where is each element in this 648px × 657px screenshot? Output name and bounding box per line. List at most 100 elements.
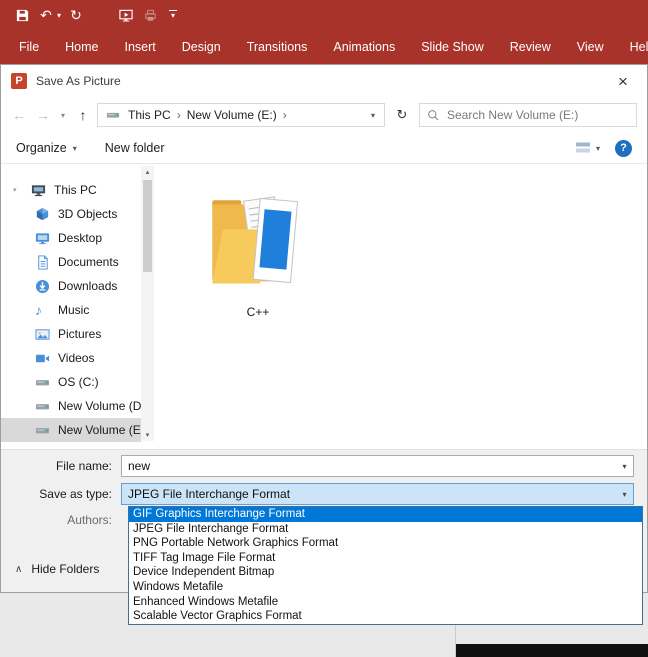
chevron-down-icon[interactable]: ▾ <box>616 490 633 499</box>
download-icon <box>35 279 50 294</box>
sidebar-item-label: OS (C:) <box>58 375 99 389</box>
sidebar-scrollbar[interactable]: ▴ ▾ <box>141 166 154 441</box>
ribbon-tab-animations[interactable]: Animations <box>320 30 408 64</box>
navigation-pane: ▾ This PC 3D Objects Desktop Documents D… <box>1 164 141 449</box>
folder-item-cpp[interactable]: C++ <box>202 190 314 319</box>
expand-chevron-icon[interactable]: ▾ <box>13 186 23 194</box>
ribbon-tab-review[interactable]: Review <box>497 30 564 64</box>
sidebar-item-label: This PC <box>54 183 97 197</box>
help-icon[interactable]: ? <box>615 139 632 157</box>
folder-with-documents-icon <box>212 196 299 284</box>
save-type-option-emf[interactable]: Enhanced Windows Metafile <box>129 595 642 610</box>
sidebar-item-3d-objects[interactable]: 3D Objects <box>1 202 141 226</box>
start-slideshow-icon[interactable] <box>114 3 138 27</box>
save-as-type-dropdown: GIF Graphics Interchange Format JPEG Fil… <box>128 506 643 625</box>
refresh-icon[interactable]: ↻ <box>389 107 415 123</box>
ribbon-tab-help[interactable]: Help <box>617 30 648 64</box>
breadcrumb-new-volume-e[interactable]: New Volume (E:) <box>183 108 281 122</box>
customize-quick-access-toolbar-icon[interactable]: ▾ <box>162 3 184 27</box>
sidebar-item-pictures[interactable]: Pictures <box>1 322 141 346</box>
folder-name-label: C++ <box>246 305 270 319</box>
sidebar-item-documents[interactable]: Documents <box>1 250 141 274</box>
breadcrumb-separator-icon[interactable]: › <box>281 108 289 122</box>
sidebar-item-new-volume-d[interactable]: New Volume (D: <box>1 394 141 418</box>
command-bar: Organize ▾ New folder ▾ ? <box>1 133 647 164</box>
ribbon-tab-slide-show[interactable]: Slide Show <box>408 30 497 64</box>
quick-access-toolbar: ↶ ▾ ↻ ▾ <box>0 0 648 30</box>
save-type-option-jpeg[interactable]: JPEG File Interchange Format <box>129 522 642 537</box>
save-type-option-tiff[interactable]: TIFF Tag Image File Format <box>129 551 642 566</box>
breadcrumb-separator-icon[interactable]: › <box>175 108 183 122</box>
dialog-titlebar: P Save As Picture × <box>1 65 647 97</box>
sidebar-item-label: New Volume (E:) <box>58 423 141 437</box>
save-type-option-wmf[interactable]: Windows Metafile <box>129 580 642 595</box>
sidebar-item-videos[interactable]: Videos <box>1 346 141 370</box>
search-icon <box>427 109 440 122</box>
print-preview-icon[interactable] <box>138 3 162 27</box>
chevron-down-icon[interactable]: ▾ <box>616 462 633 471</box>
sidebar-item-label: Desktop <box>58 231 103 245</box>
music-note-icon: ♪ <box>35 301 42 318</box>
save-type-option-gif[interactable]: GIF Graphics Interchange Format <box>129 507 642 522</box>
ribbon-tab-insert[interactable]: Insert <box>112 30 169 64</box>
file-name-label: File name: <box>55 459 112 473</box>
ribbon-tab-transitions[interactable]: Transitions <box>234 30 321 64</box>
scrollbar-thumb[interactable] <box>143 180 152 272</box>
forward-icon[interactable]: → <box>33 107 53 123</box>
save-type-option-bmp[interactable]: Device Independent Bitmap <box>129 565 642 580</box>
document-icon <box>35 254 50 270</box>
ribbon-tab-file[interactable]: File <box>6 30 52 64</box>
close-icon[interactable]: × <box>609 73 637 90</box>
authors-label: Authors: <box>67 513 112 527</box>
file-list: C++ <box>154 164 647 449</box>
save-as-type-label: Save as type: <box>39 487 112 501</box>
sidebar-item-label: Music <box>58 303 90 317</box>
recent-locations-icon[interactable]: ▾ <box>57 111 69 120</box>
sidebar-item-desktop[interactable]: Desktop <box>1 226 141 250</box>
chevron-down-icon: ▾ <box>72 143 77 153</box>
bottom-black-bar <box>456 644 648 657</box>
sidebar-item-new-volume-e[interactable]: New Volume (E:) <box>1 418 141 442</box>
sidebar-item-label: 3D Objects <box>58 207 118 221</box>
ribbon-tab-design[interactable]: Design <box>169 30 234 64</box>
desktop-icon <box>35 231 50 246</box>
organize-button[interactable]: Organize ▾ <box>16 141 77 155</box>
sidebar-item-label: Pictures <box>58 327 102 341</box>
search-box <box>419 103 637 127</box>
save-type-option-png[interactable]: PNG Portable Network Graphics Format <box>129 536 642 551</box>
ribbon-tab-view[interactable]: View <box>564 30 617 64</box>
save-icon[interactable] <box>10 3 34 27</box>
scroll-down-icon[interactable]: ▾ <box>146 429 150 441</box>
change-view-button[interactable]: ▾ <box>575 141 600 155</box>
sidebar-item-this-pc[interactable]: ▾ This PC <box>1 178 141 202</box>
chevron-down-icon: ▾ <box>595 143 600 153</box>
file-name-input[interactable] <box>122 459 616 473</box>
address-dropdown-icon[interactable]: ▾ <box>371 111 380 120</box>
sidebar-item-label: Documents <box>58 255 119 269</box>
save-as-type-combobox[interactable]: JPEG File Interchange Format ▾ <box>121 483 634 505</box>
location-drive-icon <box>106 108 120 122</box>
search-input[interactable] <box>447 108 629 122</box>
back-icon[interactable]: ← <box>9 107 29 123</box>
video-icon <box>35 351 50 366</box>
views-icon <box>575 142 590 153</box>
redo-icon[interactable]: ↻ <box>64 3 88 27</box>
sidebar-item-os-c[interactable]: OS (C:) <box>1 370 141 394</box>
new-folder-button[interactable]: New folder <box>105 141 165 155</box>
scroll-up-icon[interactable]: ▴ <box>146 166 150 178</box>
hide-folders-button[interactable]: ∧ Hide Folders <box>15 562 99 576</box>
sidebar-item-label: Downloads <box>58 279 118 293</box>
cube-icon <box>35 207 50 222</box>
undo-dropdown-icon[interactable]: ▾ <box>54 3 64 27</box>
save-type-option-svg[interactable]: Scalable Vector Graphics Format <box>129 609 642 624</box>
sidebar-item-music[interactable]: ♪ Music <box>1 298 141 322</box>
ribbon-tab-home[interactable]: Home <box>52 30 111 64</box>
navigation-bar: ← → ▾ ↑ This PC › New Volume (E:) › ▾ ↻ <box>1 97 647 133</box>
command-bar-right: ▾ ? <box>575 139 632 157</box>
breadcrumb-this-pc[interactable]: This PC <box>124 108 175 122</box>
up-icon[interactable]: ↑ <box>73 107 93 123</box>
file-name-combobox[interactable]: ▾ <box>121 455 634 477</box>
sidebar-item-downloads[interactable]: Downloads <box>1 274 141 298</box>
sidebar-item-label: Videos <box>58 351 95 365</box>
picture-icon <box>35 327 50 342</box>
